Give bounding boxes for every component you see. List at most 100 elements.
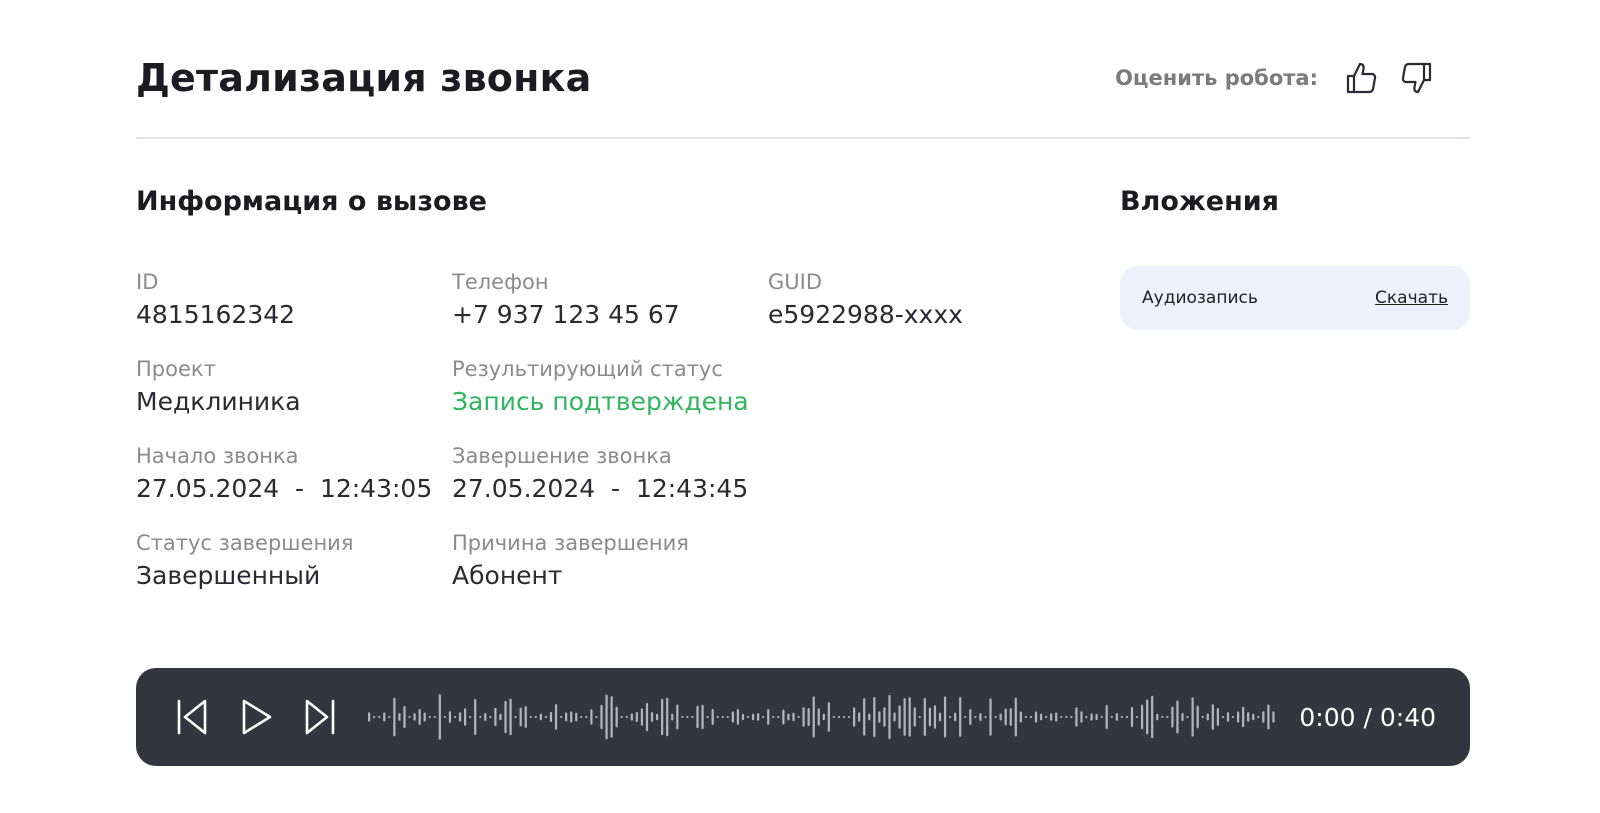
info-section-title: Информация о вызове: [136, 186, 487, 217]
waveform-bar: [883, 707, 886, 727]
rate-robot: Оценить робота:: [1115, 60, 1434, 96]
waveform-bar: [969, 708, 972, 726]
field-label: ID: [136, 270, 159, 294]
waveform-bar: [393, 697, 396, 737]
waveform-bar: [423, 712, 426, 722]
waveform-bar: [1075, 707, 1078, 727]
waveform-bar: [1019, 711, 1022, 723]
waveform-bar: [984, 716, 987, 718]
waveform-bar: [590, 709, 593, 725]
waveform-bar: [1105, 704, 1108, 730]
waveform-bar: [1151, 695, 1154, 739]
waveform-bar: [458, 712, 462, 722]
attachments-section-title: Вложения: [1120, 186, 1279, 217]
waveform-bar: [398, 713, 401, 721]
waveform-bar: [994, 716, 997, 718]
waveform-scrubber[interactable]: [368, 692, 1277, 742]
waveform-bar: [625, 716, 628, 718]
waveform-bar: [893, 712, 896, 722]
waveform-bar: [746, 716, 750, 718]
field-project: Проект Медклиника: [136, 355, 452, 442]
waveform-bar: [964, 716, 967, 718]
field-label: Причина завершения: [452, 531, 689, 555]
waveform-bar: [1252, 713, 1255, 721]
waveform-bar: [1065, 716, 1068, 718]
waveform-bar: [858, 712, 861, 722]
play-icon[interactable]: [236, 695, 276, 739]
waveform-bar: [878, 711, 881, 723]
waveform-bar: [751, 713, 755, 721]
waveform-bar: [595, 716, 598, 718]
waveform-bar: [1115, 713, 1118, 721]
waveform-bar: [403, 706, 406, 728]
waveform-bar: [741, 713, 745, 721]
call-info-grid: ID 4815162342 Телефон +7 937 123 45 67 G…: [136, 268, 1084, 616]
waveform-bar: [1060, 716, 1063, 718]
waveform-bar: [832, 716, 836, 718]
thumbs-up-icon[interactable]: [1344, 60, 1378, 96]
field-end-reason: Причина завершения Абонент: [452, 529, 768, 616]
waveform-bar: [1090, 713, 1093, 721]
waveform-bar: [1186, 716, 1189, 718]
waveform-bar: [1044, 716, 1048, 718]
waveform-bar: [580, 716, 583, 718]
waveform-bar: [499, 713, 502, 721]
waveform-bar: [428, 716, 431, 718]
waveform-bar: [772, 716, 775, 718]
duration: 0:40: [1379, 702, 1436, 732]
field-label: Статус завершения: [136, 531, 354, 555]
waveform-bar: [812, 696, 815, 738]
field-label: Телефон: [452, 270, 549, 294]
waveform-bar: [1085, 716, 1088, 718]
waveform-bar: [701, 704, 704, 730]
waveform-bar: [1226, 712, 1230, 722]
waveform-bar: [1247, 712, 1250, 722]
waveform-bar: [534, 716, 537, 718]
waveform-bar: [1120, 716, 1123, 718]
waveform-bar: [1029, 716, 1033, 718]
field-call-start: Начало звонка 27.05.2024 - 12:43:05: [136, 442, 452, 529]
waveform-bar: [706, 716, 709, 718]
waveform-bar: [943, 696, 947, 738]
field-call-end: Завершение звонка 27.05.2024 - 12:43:45: [452, 442, 768, 529]
waveform-bar: [696, 705, 699, 729]
waveform-bar: [655, 713, 659, 721]
waveform-bar: [544, 716, 548, 718]
waveform-bar: [1257, 716, 1260, 718]
download-link[interactable]: Скачать: [1375, 288, 1448, 308]
waveform-bar: [716, 716, 719, 718]
waveform-bar: [373, 716, 376, 718]
field-label: Начало звонка: [136, 444, 299, 468]
waveform-bar: [575, 712, 578, 722]
time-separator: /: [1355, 702, 1380, 732]
skip-back-icon[interactable]: [172, 695, 212, 739]
waveform-bar: [1272, 711, 1275, 723]
waveform-bar: [554, 704, 558, 730]
waveform-bar: [787, 713, 790, 721]
waveform-bar: [792, 712, 795, 722]
waveform-bar: [1267, 704, 1270, 730]
waveform-bar: [413, 713, 416, 721]
waveform-bar: [565, 712, 568, 722]
waveform-bar: [923, 698, 926, 736]
waveform-bar: [1191, 697, 1194, 737]
waveform-bar: [782, 709, 785, 725]
waveform-bar: [954, 712, 957, 722]
thumbs-down-icon[interactable]: [1400, 60, 1434, 96]
field-value: 4815162342: [136, 300, 296, 329]
attachment-item: Аудиозапись Скачать: [1120, 266, 1470, 330]
empty-cell: [768, 355, 1084, 442]
waveform-bar: [999, 713, 1002, 721]
waveform-bar: [918, 716, 921, 718]
field-value: +7 937 123 45 67: [452, 300, 680, 329]
waveform-bar: [1080, 711, 1083, 723]
field-label: GUID: [768, 270, 823, 294]
waveform-bar: [691, 716, 694, 718]
field-label: Завершение звонка: [452, 444, 672, 468]
waveform-bar: [529, 716, 532, 718]
skip-forward-icon[interactable]: [300, 695, 340, 739]
waveform-bar: [620, 716, 623, 718]
waveform-bar: [928, 707, 932, 727]
waveform-bar: [1206, 713, 1209, 721]
waveform-bar: [822, 713, 825, 721]
